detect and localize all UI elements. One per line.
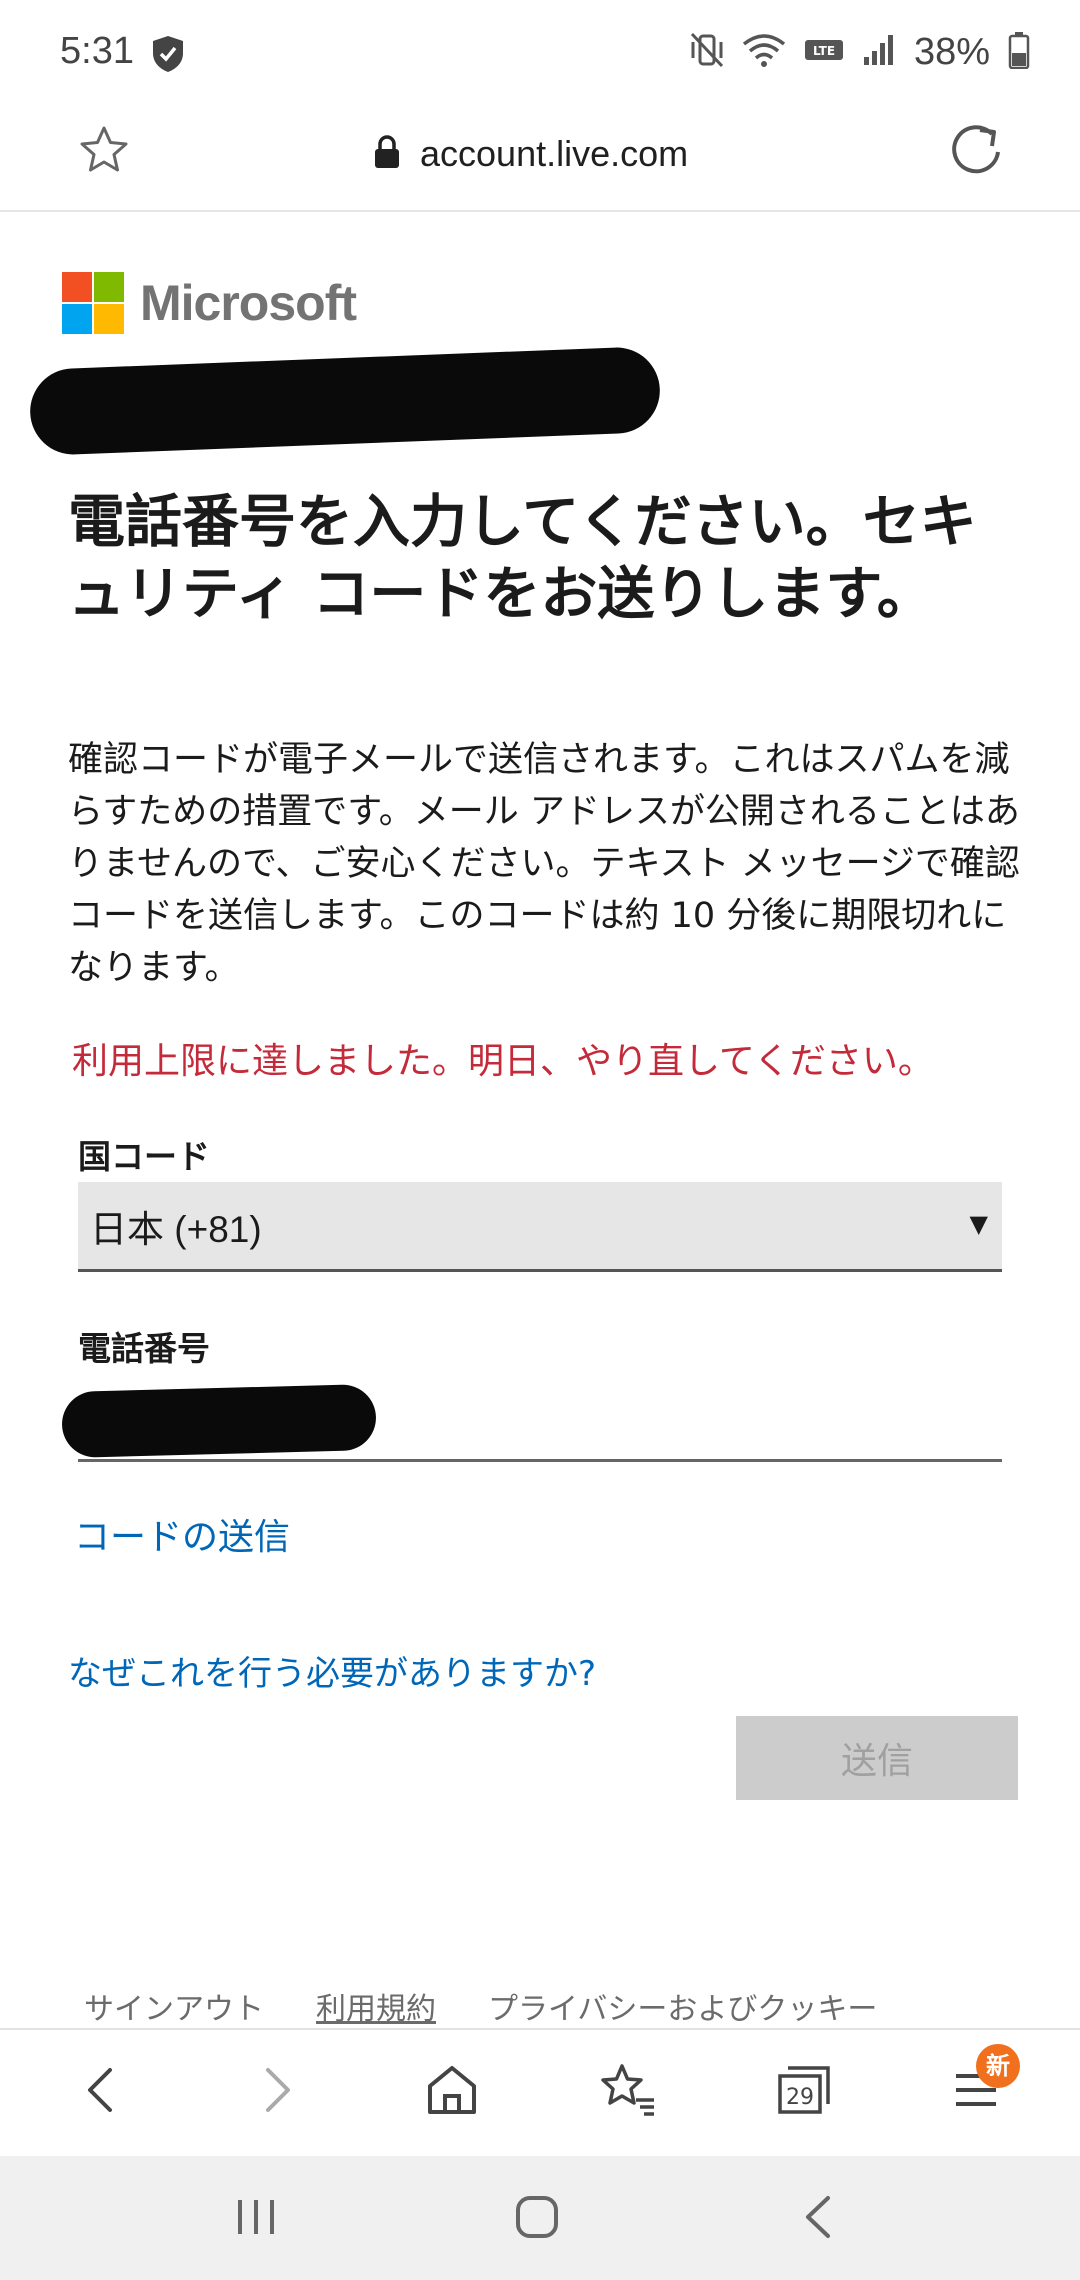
footer-links: サインアウト 利用規約 プライバシーおよびクッキー — [84, 1984, 877, 2030]
system-home-icon[interactable] — [512, 2192, 562, 2246]
dropdown-arrow-icon: ▼ — [969, 1210, 988, 1238]
lock-icon — [372, 134, 402, 174]
reload-icon[interactable] — [946, 120, 1006, 184]
tabs-icon[interactable]: 29 — [774, 2060, 834, 2124]
country-code-value: 日本 (+81) — [90, 1208, 262, 1250]
sign-out-link[interactable]: サインアウト — [84, 1984, 264, 2030]
bookmark-star-icon[interactable] — [78, 124, 130, 180]
forward-icon[interactable] — [252, 2060, 302, 2124]
signal-icon — [862, 33, 896, 71]
privacy-link[interactable]: プライバシーおよびクッキー — [488, 1984, 877, 2030]
browser-toolbar: account.live.com — [0, 100, 1080, 212]
brand-name: Microsoft — [140, 275, 357, 331]
error-message: 利用上限に達しました。明日、やり直してください。 — [72, 1041, 934, 1082]
tab-count: 29 — [786, 2085, 814, 2110]
description-text: 確認コードが電子メールで送信されます。これはスパムを減らすための措置です。メール… — [68, 740, 1020, 988]
battery-percent: 38% — [913, 30, 990, 73]
new-badge: 新 — [976, 2044, 1020, 2088]
page-title: 電話番号を入力してください。セキュリティ コードをお送りします。 — [68, 489, 977, 627]
browser-bottom-nav: 29 新 — [0, 2028, 1080, 2158]
microsoft-logo-icon — [62, 272, 124, 334]
country-code-label: 国コード — [78, 1137, 210, 1176]
send-code-link[interactable]: コードの送信 — [74, 1508, 290, 1560]
terms-link[interactable]: 利用規約 — [316, 1984, 436, 2030]
svg-text:LTE: LTE — [813, 44, 835, 58]
submit-button[interactable]: 送信 — [736, 1716, 1018, 1800]
status-bar: 5:31 LTE 38% — [0, 0, 1080, 100]
phone-number-label: 電話番号 — [78, 1329, 210, 1368]
wifi-icon — [742, 32, 786, 72]
address-bar[interactable]: account.live.com — [372, 128, 688, 180]
system-nav-bar — [0, 2156, 1080, 2280]
status-time: 5:31 — [60, 30, 134, 72]
system-back-icon[interactable] — [796, 2192, 840, 2246]
why-required-link[interactable]: なぜこれを行う必要がありますか? — [68, 1646, 596, 1695]
url-text: account.live.com — [420, 133, 689, 174]
shield-icon — [150, 34, 186, 78]
status-icons: LTE 38% — [690, 28, 1030, 76]
recent-apps-icon[interactable] — [232, 2192, 280, 2246]
bookmarks-icon[interactable] — [598, 2060, 658, 2124]
redacted-phone-number — [61, 1383, 377, 1459]
country-code-select[interactable]: 日本 (+81) ▼ — [78, 1182, 1002, 1272]
microsoft-logo: Microsoft — [62, 272, 357, 334]
mute-vibrate-icon — [690, 32, 724, 72]
volte-icon: LTE — [804, 38, 844, 66]
home-icon[interactable] — [424, 2060, 480, 2124]
back-icon[interactable] — [76, 2060, 126, 2124]
battery-icon — [1008, 31, 1030, 73]
redacted-email — [28, 345, 662, 457]
